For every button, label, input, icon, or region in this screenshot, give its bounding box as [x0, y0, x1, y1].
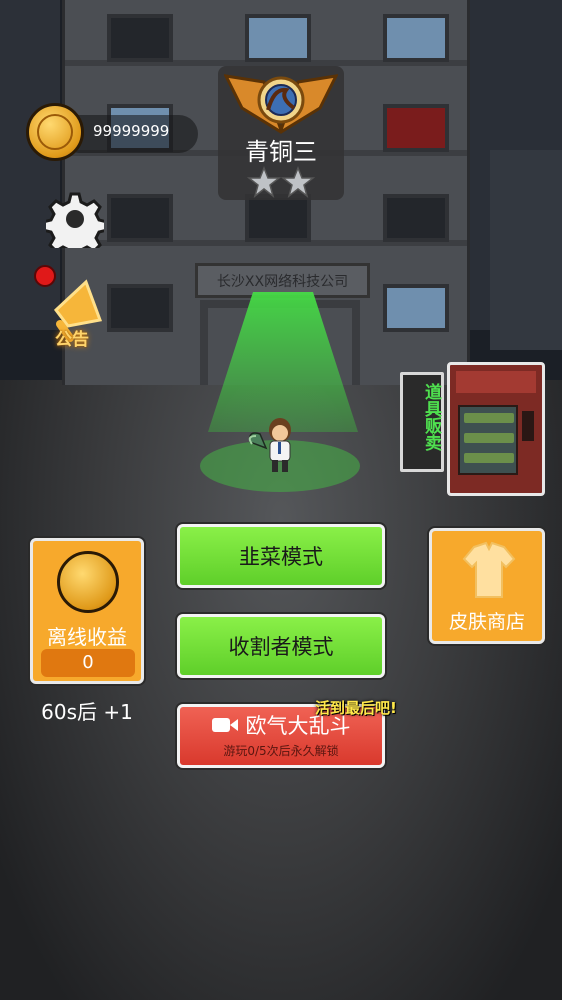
offline-income-label: 离线收益 — [47, 625, 127, 649]
vending-sign[interactable]: 道具贩卖 — [400, 372, 444, 472]
window — [245, 14, 311, 62]
skin-shop-button[interactable]: 皮肤商店 — [429, 528, 545, 644]
window — [383, 284, 449, 332]
window — [383, 104, 449, 152]
vending-machine[interactable] — [447, 362, 545, 496]
window — [383, 194, 449, 242]
offline-income-timer: 60s后 +1 — [41, 700, 133, 724]
window — [107, 194, 173, 242]
vending-glass — [458, 405, 518, 475]
background-building-right-lower — [490, 150, 562, 350]
window — [245, 194, 311, 242]
star-icon — [246, 166, 282, 198]
star-icon — [280, 166, 316, 198]
skin-shop-label: 皮肤商店 — [448, 611, 525, 633]
bronze-rank-emblem-icon — [224, 74, 338, 134]
reaper-mode-button[interactable]: 收割者模式 — [177, 614, 385, 678]
coin-balance: 99999999 — [93, 122, 170, 140]
offline-income-value: 0 — [41, 649, 135, 677]
leek-mode-button[interactable]: 韭菜模式 — [177, 524, 385, 588]
window — [383, 14, 449, 62]
brawl-tagline: 活到最后吧! — [315, 699, 397, 717]
coin-icon — [26, 103, 84, 161]
gear-icon[interactable] — [46, 190, 104, 248]
coin-icon — [57, 551, 119, 613]
clothing-icon — [462, 541, 516, 598]
window — [107, 14, 173, 62]
video-camera-icon — [211, 717, 238, 732]
rank-name: 青铜三 — [245, 138, 317, 166]
offline-income-card[interactable]: 离线收益 0 — [30, 538, 144, 684]
rank-stars — [246, 166, 316, 198]
player-character[interactable] — [246, 414, 302, 476]
vending-sign-label: 道具贩卖 — [421, 383, 441, 451]
brawl-unlock-hint: 游玩0/5次后永久解锁 — [223, 743, 339, 758]
game-scene: 长沙XX网络科技公司 99999999 公告 青铜三 道具贩卖 离线收益 0 6… — [0, 0, 562, 1000]
notice-label[interactable]: 公告 — [55, 325, 89, 350]
